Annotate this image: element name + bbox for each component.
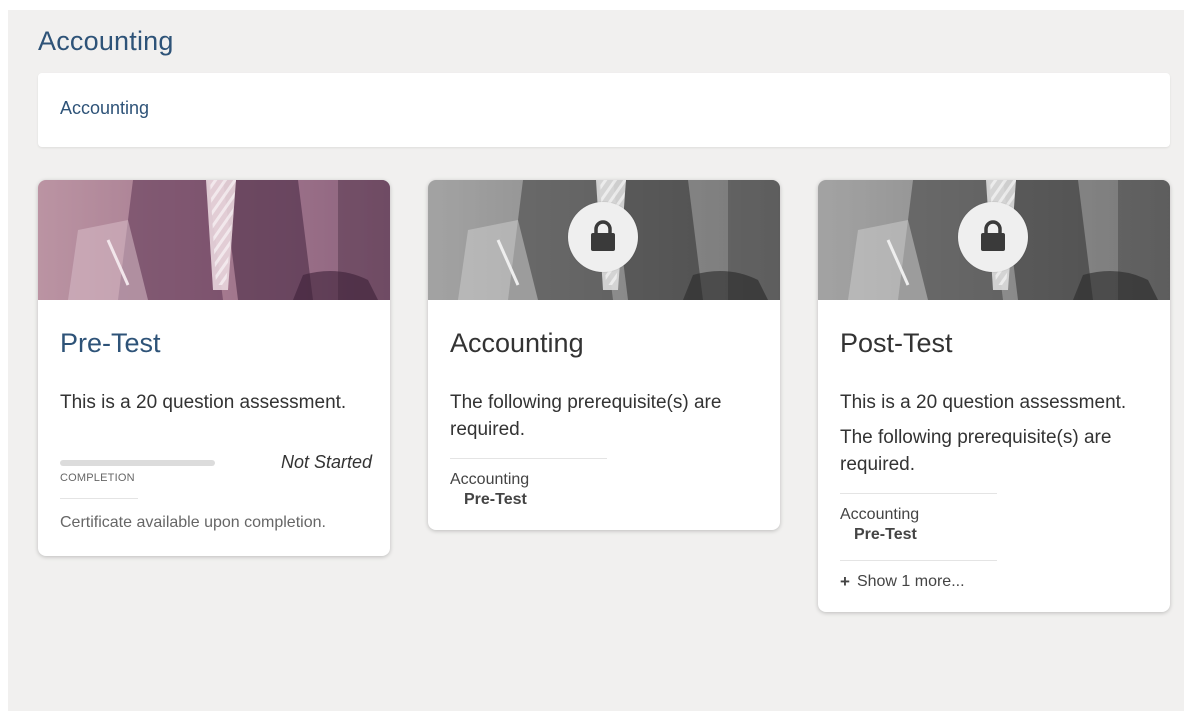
prerequisite-item[interactable]: Pre-Test (840, 524, 1148, 545)
card-title[interactable]: Pre-Test (60, 328, 368, 359)
lock-badge (568, 202, 638, 272)
card-title: Accounting (450, 328, 584, 358)
card-description: This is a 20 question assessment. (840, 392, 1127, 413)
card-image (818, 180, 1170, 300)
plus-icon: + (840, 572, 850, 591)
divider (450, 458, 607, 459)
course-card-accounting[interactable]: Accounting The following prerequisite(s)… (428, 180, 780, 530)
card-description: The following prerequisite(s) are requir… (450, 392, 722, 440)
breadcrumb-link-accounting[interactable]: Accounting (60, 98, 149, 119)
course-card-pre-test[interactable]: Pre-Test This is a 20 question assessmen… (38, 180, 390, 556)
breadcrumb: Accounting (38, 73, 1170, 147)
card-image (428, 180, 780, 300)
divider (840, 560, 997, 561)
divider (840, 493, 997, 494)
course-page: Accounting Accounting Pre-Test This is a… (8, 10, 1184, 711)
show-more-button[interactable]: + Show 1 more... (840, 572, 1148, 592)
page-title: Accounting (38, 26, 174, 56)
lock-badge (958, 202, 1028, 272)
progress-label: COMPLETION (60, 472, 135, 484)
card-image (38, 180, 390, 300)
divider (60, 498, 138, 499)
show-more-label: Show 1 more... (856, 573, 965, 590)
course-card-post-test[interactable]: Post-Test This is a 20 question assessme… (818, 180, 1170, 612)
progress-bar (60, 460, 215, 466)
prerequisite-course: Accounting (450, 471, 530, 488)
lock-icon (981, 220, 1005, 251)
card-prerequisite-note: The following prerequisite(s) are requir… (840, 427, 1112, 475)
prerequisite-course: Accounting (840, 506, 920, 523)
lock-icon (591, 220, 615, 251)
status-text: Not Started (280, 452, 372, 472)
certificate-note: Certificate available upon completion. (60, 514, 326, 531)
completion-progress: COMPLETION Not Started (60, 452, 372, 490)
card-title: Post-Test (840, 328, 953, 358)
card-description: This is a 20 question assessment. (60, 392, 347, 413)
prerequisite-item[interactable]: Pre-Test (450, 489, 758, 510)
